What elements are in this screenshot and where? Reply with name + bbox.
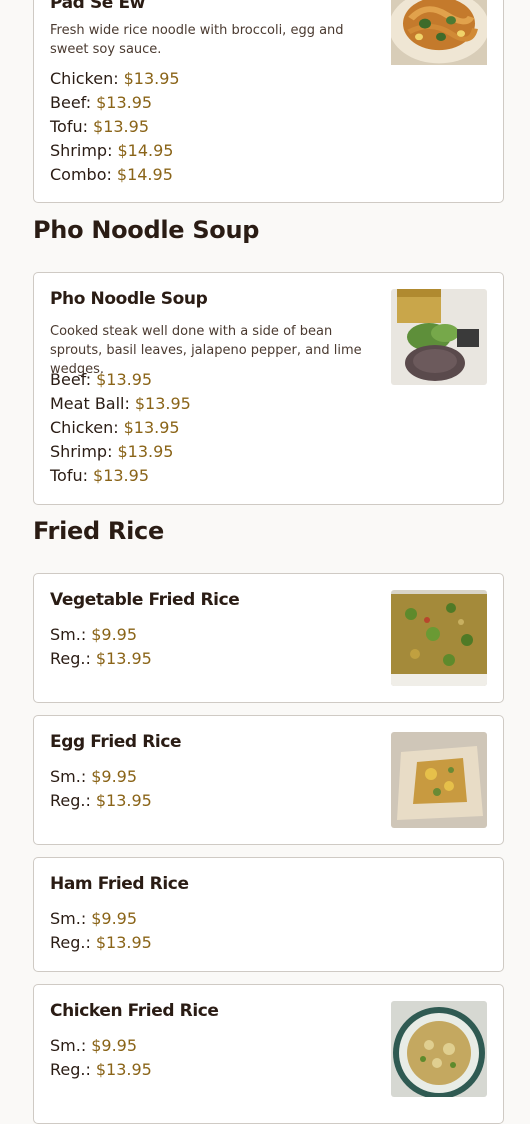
price-option: Reg.: $13.95 <box>50 933 152 952</box>
food-photo[interactable] <box>391 1001 487 1097</box>
menu-item-name: Pad Se Ew <box>50 0 145 13</box>
price-option: Beef: $13.95 <box>50 93 153 112</box>
menu-item-name: Egg Fried Rice <box>50 732 182 752</box>
price-option: Shrimp: $14.95 <box>50 141 174 160</box>
price-option: Reg.: $13.95 <box>50 791 152 810</box>
pad-se-ew-photo-icon <box>391 0 487 65</box>
price-option: Sm.: $9.95 <box>50 625 138 644</box>
menu-item-card[interactable]: Pad Se Ew Fresh wide rice noodle with br… <box>33 0 504 203</box>
food-photo[interactable] <box>391 0 487 85</box>
price-option: Reg.: $13.95 <box>50 649 152 668</box>
menu-item-name: Vegetable Fried Rice <box>50 590 240 610</box>
menu-item-name: Ham Fried Rice <box>50 874 189 894</box>
chicken-fried-rice-photo-icon <box>391 1001 487 1097</box>
section-title-fried-rice: Fried Rice <box>33 517 164 545</box>
price-option: Sm.: $9.95 <box>50 1036 138 1055</box>
menu-item-card[interactable]: Chicken Fried Rice Sm.: $9.95 Reg.: $13.95 <box>33 984 504 1124</box>
price-option: Meat Ball: $13.95 <box>50 394 191 413</box>
price-option: Sm.: $9.95 <box>50 767 138 786</box>
menu-item-card[interactable]: Pho Noodle Soup Cooked steak well done w… <box>33 272 504 505</box>
menu-item-card[interactable]: Ham Fried Rice Sm.: $9.95 Reg.: $13.95 <box>33 857 504 972</box>
egg-fried-rice-photo-icon <box>391 732 487 828</box>
price-option: Shrimp: $13.95 <box>50 442 174 461</box>
price-option: Tofu: $13.95 <box>50 117 149 136</box>
price-option: Tofu: $13.95 <box>50 466 149 485</box>
price-option: Chicken: $13.95 <box>50 418 180 437</box>
price-option: Combo: $14.95 <box>50 165 173 184</box>
price-list: Sm.: $9.95 Reg.: $13.95 <box>50 907 152 955</box>
price-list: Beef: $13.95 Meat Ball: $13.95 Chicken: $13… <box>50 368 191 488</box>
food-photo[interactable] <box>391 289 487 385</box>
food-photo[interactable] <box>391 590 487 686</box>
menu-item-name: Pho Noodle Soup <box>50 289 208 309</box>
pho-photo-icon <box>391 289 487 385</box>
vegetable-fried-rice-photo-icon <box>391 590 487 686</box>
food-photo[interactable] <box>391 732 487 828</box>
menu-item-card[interactable]: Vegetable Fried Rice Sm.: $9.95 Reg.: $13.… <box>33 573 504 703</box>
price-option: Sm.: $9.95 <box>50 909 138 928</box>
menu-item-description: Fresh wide rice noodle with broccoli, eg… <box>50 23 344 57</box>
price-list: Sm.: $9.95 Reg.: $13.95 <box>50 765 152 813</box>
menu-item-name: Chicken Fried Rice <box>50 1001 219 1021</box>
menu-item-card[interactable]: Egg Fried Rice Sm.: $9.95 Reg.: $13.95 <box>33 715 504 845</box>
price-list: Sm.: $9.95 Reg.: $13.95 <box>50 1034 152 1082</box>
price-option: Chicken: $13.95 <box>50 69 180 88</box>
price-list: Chicken: $13.95 Beef: $13.95 Tofu: $13.95 S… <box>50 67 180 187</box>
price-option: Beef: $13.95 <box>50 370 153 389</box>
price-list: Sm.: $9.95 Reg.: $13.95 <box>50 623 152 671</box>
section-title-pho: Pho Noodle Soup <box>33 216 260 244</box>
price-option: Reg.: $13.95 <box>50 1060 152 1079</box>
